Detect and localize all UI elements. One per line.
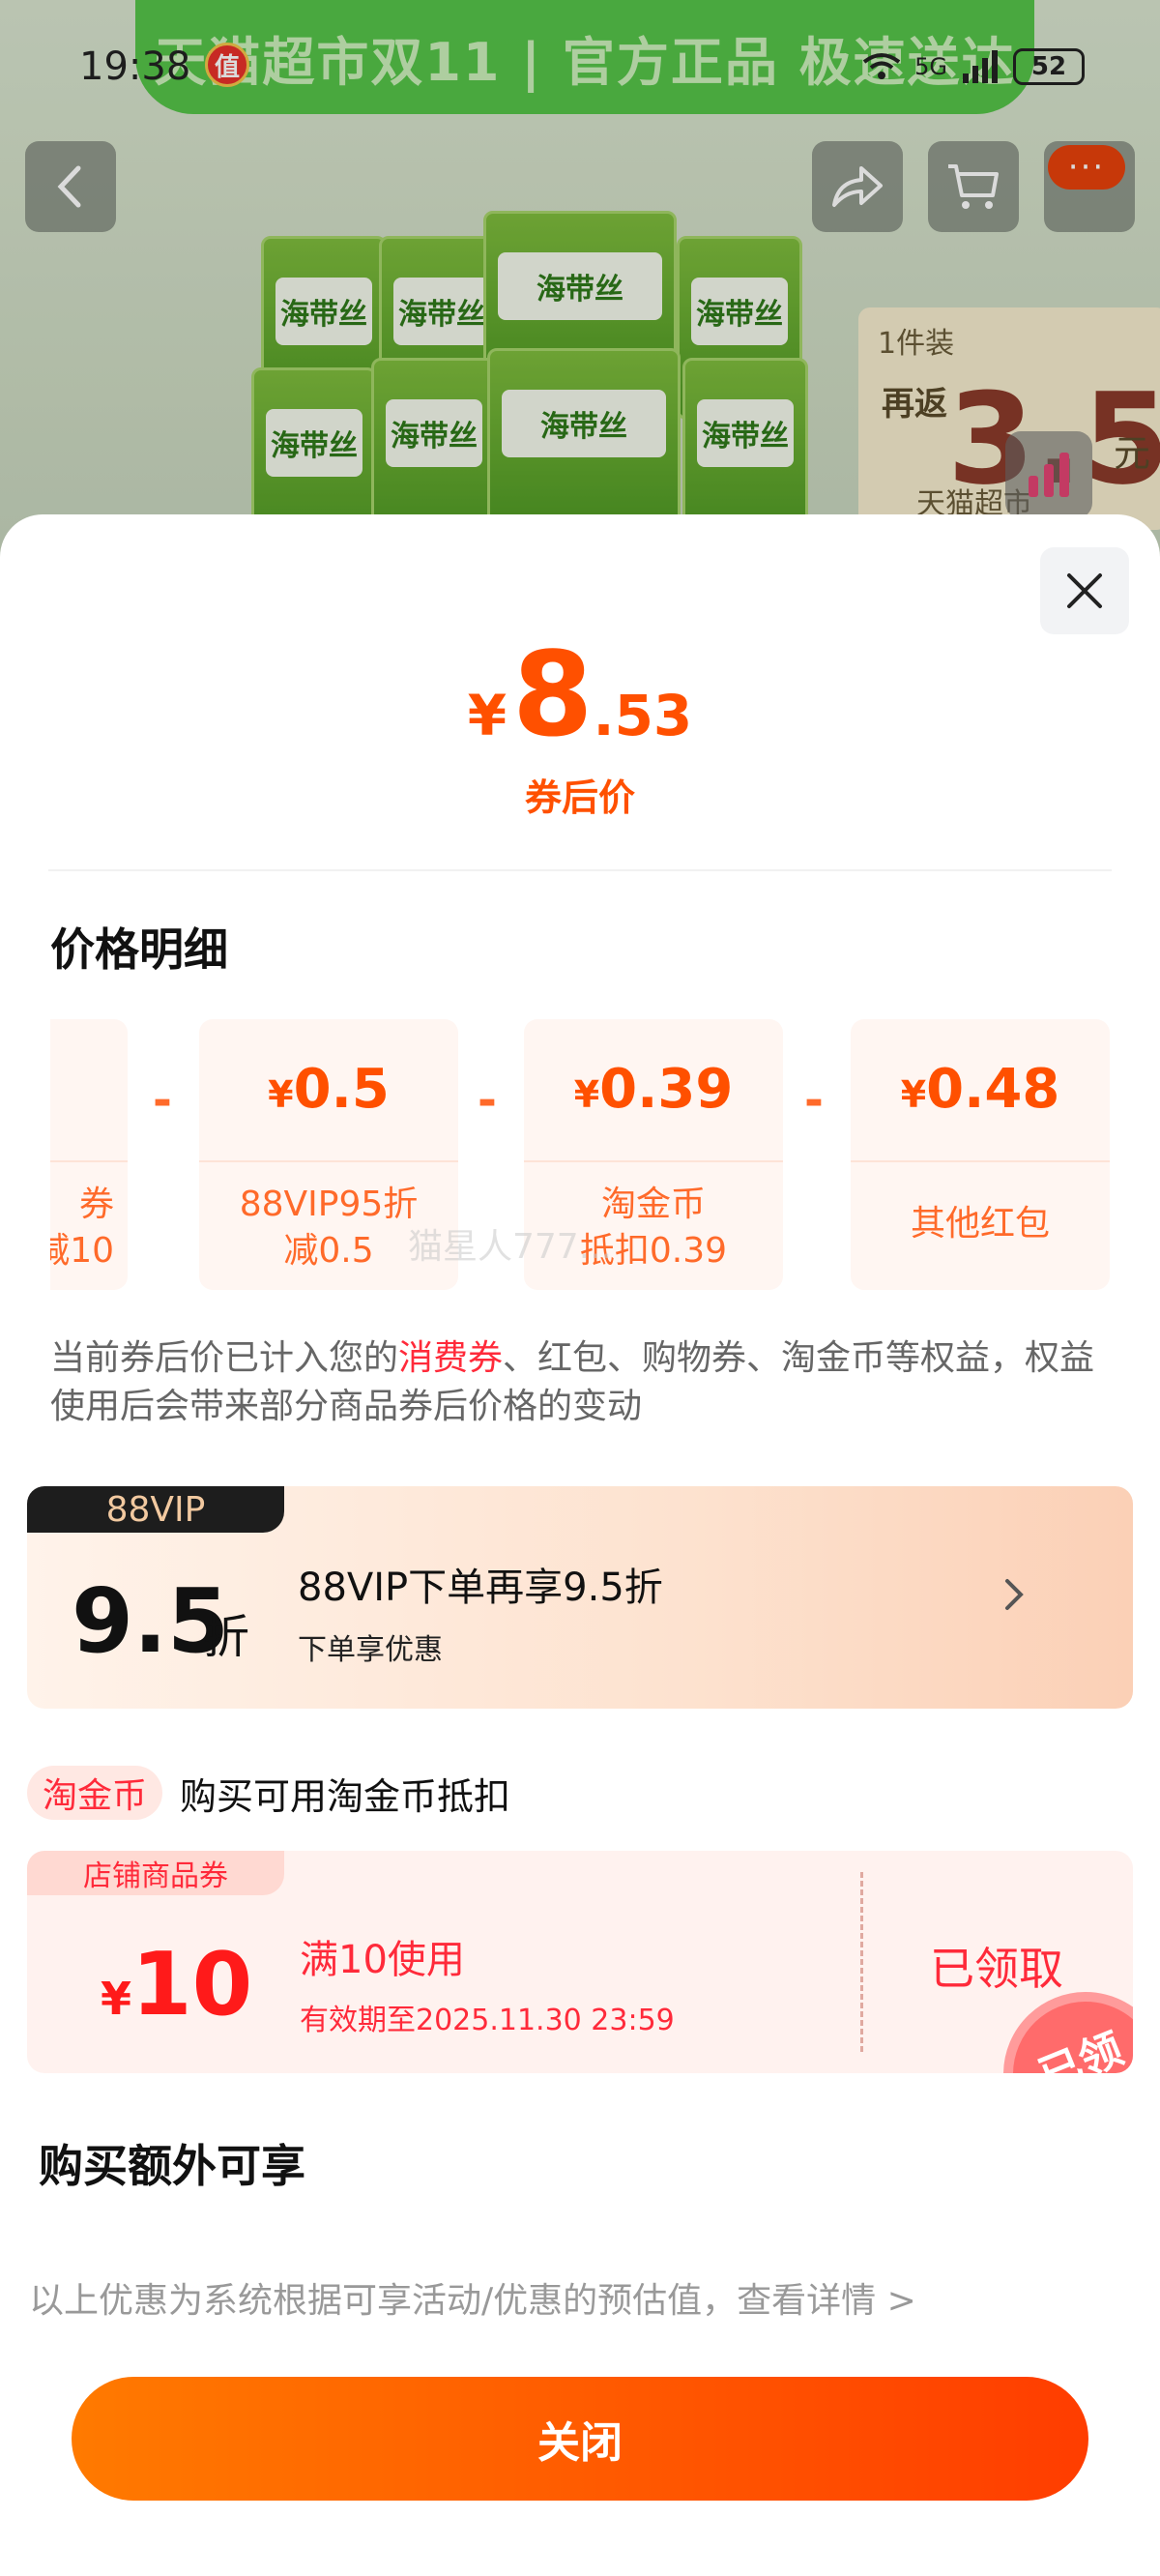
price-currency: ¥ (467, 683, 508, 748)
final-price: ¥ 8 .53 券后价 (0, 638, 1160, 821)
taojinbi-text: 购买可用淘金币抵扣 (180, 1774, 511, 1818)
taojinbi-row: 淘金币 购买可用淘金币抵扣 (27, 1764, 510, 1822)
close-sheet-button[interactable] (1040, 547, 1129, 634)
close-icon (1067, 573, 1102, 608)
shop-coupon-card[interactable]: 店铺商品券 ¥10 满10使用 有效期至2025.11.30 23:59 已领取… (27, 1851, 1133, 2073)
minus-sign: - (153, 1073, 172, 1127)
coupon-divider (860, 1872, 863, 2052)
coupon-validity: 有效期至2025.11.30 23:59 (300, 2004, 675, 2037)
price-detail-sheet: ¥ 8 .53 券后价 价格明细 券 减10 - ¥0.5 88VIP95折 减… (0, 514, 1160, 2576)
modal-backdrop[interactable] (0, 0, 1160, 600)
taojinbi-badge: 淘金币 (27, 1766, 163, 1820)
section-title-extra: 购买额外可享 (39, 2140, 305, 2192)
minus-sign: - (804, 1073, 824, 1127)
price-notice: 当前券后价已计入您的消费券、红包、购物券、淘金币等权益，权益使用后会带来部分商品… (50, 1338, 1095, 1426)
watermark: 猫星人777... (408, 1227, 613, 1267)
coupon-condition: 满10使用 (300, 1938, 465, 1982)
vip-tag: 88VIP (27, 1486, 284, 1533)
vip-subtitle: 下单享优惠 (298, 1633, 443, 1667)
vip-rate-unit: 折 (203, 1610, 250, 1664)
coupon-status: 已领取 (930, 1943, 1063, 1995)
divider (48, 869, 1112, 871)
close-button[interactable]: 关闭 (72, 2377, 1088, 2501)
vip-title: 88VIP下单再享9.5折 (298, 1566, 663, 1610)
coupon-amount: ¥10 (101, 1934, 253, 2035)
minus-sign: - (478, 1073, 497, 1127)
breakdown-card-coupon: 券 减10 (50, 1019, 128, 1290)
vip-discount-card[interactable]: 88VIP 9.5 折 88VIP下单再享9.5折 下单享优惠 (27, 1486, 1133, 1709)
section-title-price-detail: 价格明细 (50, 923, 228, 976)
price-integer: 8 (512, 629, 594, 763)
details-link[interactable]: 以上优惠为系统根据可享活动/优惠的预估值，查看详情 > (29, 2272, 916, 2323)
breakdown-card-red-packet: ¥0.48 其他红包 (851, 1019, 1110, 1290)
chevron-right-icon (1005, 1579, 1024, 1610)
price-label: 券后价 (524, 776, 635, 819)
price-decimal: .53 (593, 683, 693, 748)
product-page-background: 天猫超市双11 | 官方正品 极速送达 19:38 值 5G 52 ··· 海带… (0, 0, 1160, 600)
notice-highlight: 消费券 (398, 1338, 504, 1378)
coupon-tag: 店铺商品券 (27, 1851, 284, 1895)
